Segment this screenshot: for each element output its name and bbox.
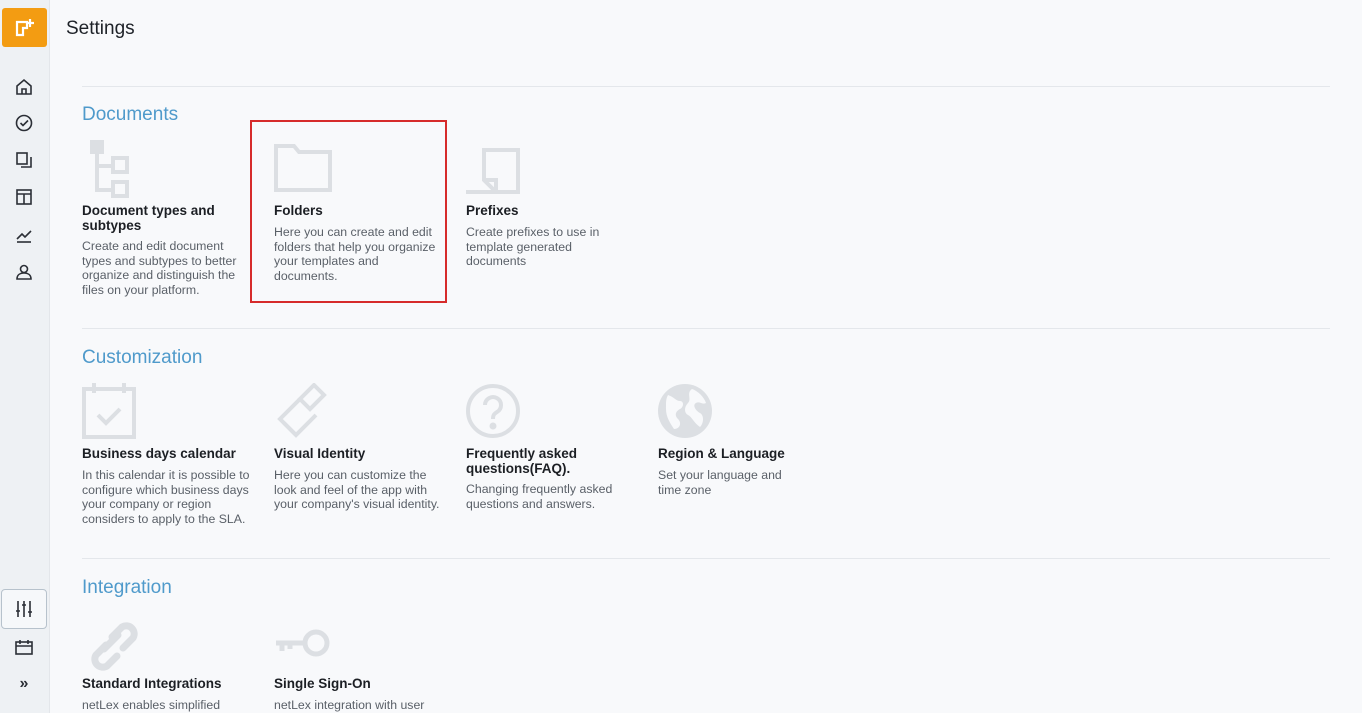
card-title: Frequently asked questions(FAQ). xyxy=(466,446,578,476)
calendar-icon xyxy=(15,640,33,655)
card-single-sign-on[interactable]: Single Sign-On netLex integration with u… xyxy=(274,613,444,713)
prefix-document-icon xyxy=(466,148,520,194)
card-description: Create prefixes to use in template gener… xyxy=(466,225,600,269)
chart-icon xyxy=(16,230,32,243)
expand-icon: » xyxy=(19,675,29,692)
card-description: Here you can customize the look and feel… xyxy=(274,468,440,512)
card-description: In this calendar it is possible to confi… xyxy=(82,468,250,526)
divider xyxy=(82,558,1330,559)
nav-home[interactable] xyxy=(10,73,38,101)
nav-users[interactable] xyxy=(10,258,38,286)
calendar-check-icon xyxy=(82,383,136,439)
card-region-language[interactable]: Region & Language Set your language and … xyxy=(658,383,828,503)
app-logo[interactable] xyxy=(2,8,47,47)
card-description: netLex integration with user xyxy=(274,698,425,712)
card-description: netLex enables simplified xyxy=(82,698,221,712)
paint-brush-icon xyxy=(277,383,327,438)
board-icon xyxy=(16,189,32,205)
divider xyxy=(82,328,1330,329)
card-title: Visual Identity xyxy=(274,446,366,461)
card-business-days-calendar[interactable]: Business days calendar In this calendar … xyxy=(82,383,252,533)
nav-board[interactable] xyxy=(10,183,38,211)
section-title-customization: Customization xyxy=(82,347,203,368)
card-description: Changing frequently asked questions and … xyxy=(466,482,613,511)
section-title-integration: Integration xyxy=(82,577,172,598)
question-circle-icon xyxy=(466,384,520,438)
sidebar: » xyxy=(0,0,50,713)
card-description: Set your language and time zone xyxy=(658,468,782,497)
nav-documents[interactable] xyxy=(10,146,38,174)
selection-highlight xyxy=(250,120,447,303)
documents-icon xyxy=(16,152,32,168)
card-faq[interactable]: Frequently asked questions(FAQ). Changin… xyxy=(466,383,636,513)
home-icon xyxy=(16,78,32,95)
nav-settings[interactable] xyxy=(1,589,47,629)
nav-calendar[interactable] xyxy=(10,633,38,661)
card-title: Document types and subtypes xyxy=(82,203,215,233)
nav-reports[interactable] xyxy=(10,221,38,249)
card-title: Standard Integrations xyxy=(82,676,222,691)
check-circle-icon xyxy=(15,114,33,132)
key-icon xyxy=(276,629,330,657)
card-title: Single Sign-On xyxy=(274,676,371,691)
page-title: Settings xyxy=(66,18,135,39)
card-standard-integrations[interactable]: Standard Integrations netLex enables sim… xyxy=(82,613,252,713)
sliders-icon xyxy=(16,601,32,617)
globe-icon xyxy=(658,384,712,438)
link-icon xyxy=(91,622,138,671)
card-visual-identity[interactable]: Visual Identity Here you can customize t… xyxy=(274,383,444,513)
card-title: Prefixes xyxy=(466,203,519,218)
card-prefixes[interactable]: Prefixes Create prefixes to use in templ… xyxy=(466,140,636,270)
nav-tasks[interactable] xyxy=(10,109,38,137)
card-description: Create and edit document types and subty… xyxy=(82,239,237,297)
hierarchy-icon xyxy=(90,140,129,198)
logo-icon xyxy=(15,18,34,36)
card-title: Business days calendar xyxy=(82,446,236,461)
expand-sidebar-button[interactable]: » xyxy=(10,670,38,698)
divider xyxy=(82,86,1330,87)
user-icon xyxy=(16,264,32,280)
card-document-types[interactable]: Document types and subtypes Create and e… xyxy=(82,140,252,300)
section-title-documents: Documents xyxy=(82,104,179,125)
card-title: Region & Language xyxy=(658,446,785,461)
